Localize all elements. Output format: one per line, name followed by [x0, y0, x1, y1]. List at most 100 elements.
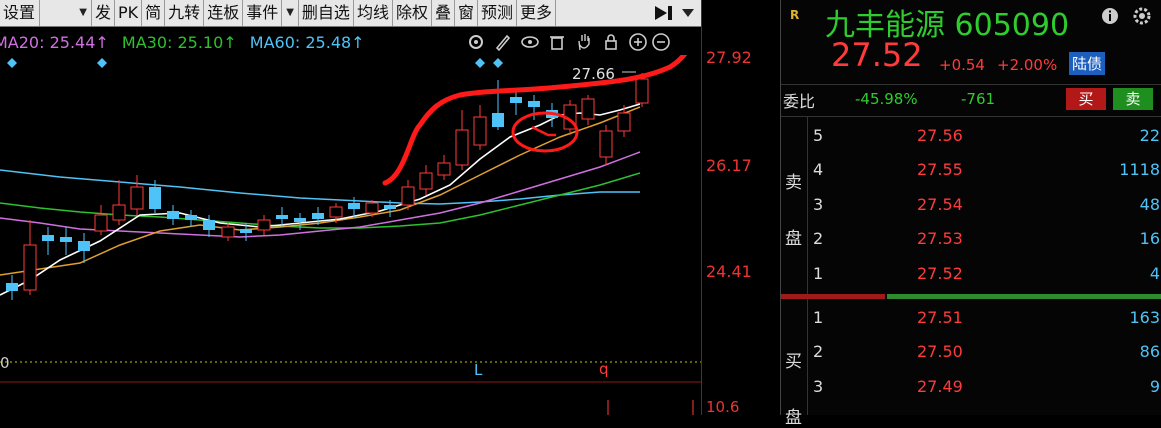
ex-rights-button[interactable]: 除权	[393, 0, 432, 26]
ask-level: 1	[813, 264, 824, 283]
divider	[781, 84, 1161, 85]
annotation-curve	[382, 55, 688, 186]
order-ratio-diff: -761	[961, 90, 996, 108]
price-axis: 27.92 26.17 24.41 10.6	[701, 0, 780, 416]
bid-ratio-bar	[887, 294, 1161, 299]
candle-up	[23, 220, 37, 295]
more-button[interactable]: 更多	[517, 0, 557, 26]
annotation-tick	[531, 125, 556, 137]
info-icon[interactable]	[1101, 7, 1119, 25]
candle-down	[42, 227, 54, 255]
chart-toolbar: 设置 ▼ 发 PK 简 九转 连板 事件 ▼ 删自选 均线 除权 叠 窗 预测 …	[0, 0, 701, 27]
candle-down	[203, 215, 215, 237]
ask-row[interactable]: 4 27.55 1118	[781, 160, 1161, 190]
buy-button[interactable]: 买	[1066, 88, 1106, 110]
lock-icon[interactable]	[601, 32, 621, 52]
gear-icon[interactable]	[1132, 6, 1152, 26]
quote-panel: R 九丰能源 605090 27.52 +0.54 +2.00% 陆债 委比 -…	[780, 0, 1161, 428]
r-badge: R	[790, 8, 800, 22]
settings-dropdown-icon[interactable]: ▼	[40, 0, 92, 26]
simple-button[interactable]: 简	[142, 0, 166, 26]
bid-row[interactable]: 2 27.50 86	[781, 342, 1161, 372]
ma60-label: MA60: 25.48↑	[249, 33, 365, 52]
events-dropdown-icon[interactable]: ▼	[282, 0, 299, 26]
publish-button[interactable]: 发	[92, 0, 116, 26]
bid-volume: 163	[1129, 308, 1160, 327]
marker-diamond	[493, 58, 503, 68]
marker-diamond	[97, 58, 107, 68]
order-ratio-pct: -45.98%	[855, 90, 918, 108]
price-change: +0.54	[939, 56, 985, 74]
candlestick-chart[interactable]: 0 L q 27.66	[0, 55, 701, 415]
candle-down	[6, 275, 18, 300]
ask-price: 27.53	[917, 229, 963, 248]
zero-label: 0	[0, 354, 10, 372]
nine-turn-button[interactable]: 九转	[165, 0, 205, 26]
chevron-down-icon[interactable]	[681, 8, 695, 18]
toolbar-end-controls	[649, 0, 701, 26]
moving-average-button[interactable]: 均线	[354, 0, 393, 26]
ask-row[interactable]: 5 27.56 22	[781, 126, 1161, 156]
last-price: 27.52	[831, 36, 923, 74]
eye-icon[interactable]	[520, 32, 540, 52]
bid-row[interactable]: 3 27.49 9	[781, 377, 1161, 407]
ask-level: 4	[813, 160, 824, 179]
trash-icon[interactable]	[547, 32, 567, 52]
candle-up	[455, 110, 469, 170]
gear-icon[interactable]	[466, 32, 486, 52]
ask-row[interactable]: 1 27.52 4	[781, 264, 1161, 294]
ask-ratio-bar	[781, 294, 885, 299]
candle-up	[437, 155, 451, 180]
axis-label-top: 27.92	[706, 48, 752, 67]
ask-volume: 16	[1139, 229, 1160, 248]
ask-price: 27.52	[917, 264, 963, 283]
ma30-label: MA30: 25.10↑	[121, 33, 237, 52]
candle-down	[510, 90, 522, 115]
candle-up	[221, 223, 235, 241]
chart-tools	[466, 32, 671, 52]
candle-down	[167, 205, 179, 225]
connect-bond-badge[interactable]: 陆债	[1069, 52, 1106, 75]
bid-row[interactable]: 1 27.51 163	[781, 308, 1161, 338]
marker-q: q	[599, 360, 609, 378]
bid-volume: 86	[1139, 342, 1160, 361]
limit-up-button[interactable]: 连板	[204, 0, 244, 26]
candles-group	[6, 73, 649, 300]
bid-level: 2	[813, 342, 824, 361]
ask-volume: 22	[1139, 126, 1160, 145]
ask-level: 3	[813, 195, 824, 214]
ma20-label: MA20: 25.44↑	[0, 33, 109, 52]
zoom-out-icon[interactable]	[651, 32, 671, 52]
axis-label-low: 24.41	[706, 262, 752, 281]
overlay-button[interactable]: 叠	[432, 0, 455, 26]
candle-up	[581, 95, 595, 125]
ask-row[interactable]: 2 27.53 16	[781, 229, 1161, 259]
ask-price: 27.54	[917, 195, 963, 214]
bid-price: 27.51	[917, 308, 963, 327]
hand-icon[interactable]	[574, 32, 594, 52]
candle-down	[185, 210, 197, 227]
bid-volume: 9	[1149, 377, 1160, 396]
ask-level: 5	[813, 126, 824, 145]
marker-diamond	[475, 58, 485, 68]
ask-row[interactable]: 3 27.54 48	[781, 195, 1161, 225]
axis-label-volume: 10.6	[706, 398, 740, 416]
remove-watchlist-button[interactable]: 删自选	[299, 0, 354, 26]
pen-icon[interactable]	[493, 32, 513, 52]
pk-button[interactable]: PK	[115, 0, 143, 26]
window-button[interactable]: 窗	[455, 0, 478, 26]
bid-level: 1	[813, 308, 824, 327]
zoom-in-icon[interactable]	[628, 32, 648, 52]
candle-up	[257, 215, 271, 235]
ask-volume: 1118	[1119, 160, 1160, 179]
marker-diamond	[7, 58, 17, 68]
events-button[interactable]: 事件	[243, 0, 283, 26]
sell-button[interactable]: 卖	[1113, 88, 1153, 110]
ma-legend: MA20: 25.44↑ MA30: 25.10↑ MA60: 25.48↑	[0, 33, 373, 52]
order-ratio-row: 委比 -45.98% -761 买 卖	[781, 86, 1161, 114]
skip-to-end-icon[interactable]	[653, 4, 675, 22]
ask-level: 2	[813, 229, 824, 248]
settings-button[interactable]: 设置	[0, 0, 40, 26]
forecast-button[interactable]: 预测	[478, 0, 518, 26]
candle-down	[492, 80, 504, 130]
